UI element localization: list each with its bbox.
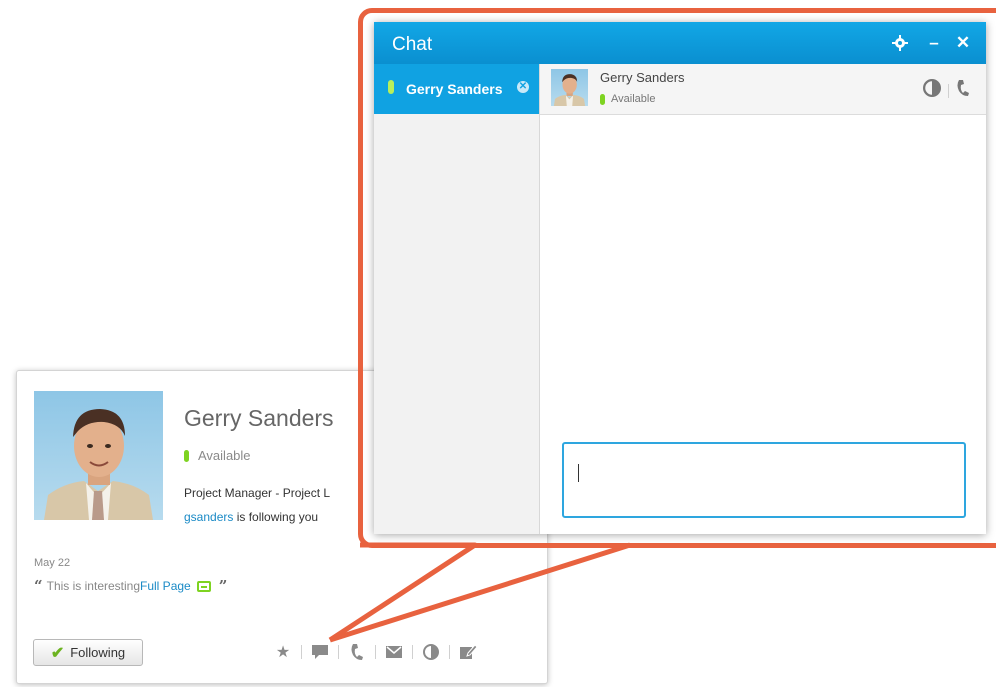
person-photo-icon (553, 74, 586, 106)
close-quote-icon: ” (218, 577, 228, 595)
chat-message-area (540, 115, 986, 534)
chat-sidebar: Gerry Sanders ✕ (374, 64, 540, 534)
status-dot-icon (184, 449, 189, 462)
job-title: Project Manager - Project L (184, 486, 331, 500)
minimize-icon[interactable]: – (923, 32, 945, 54)
note-icon[interactable] (196, 580, 211, 592)
quote-text: This is interesting (46, 579, 141, 593)
status-text: Available (611, 93, 656, 105)
person-photo-icon (44, 409, 153, 520)
chat-header: Chat – ✕ (374, 22, 986, 64)
full-page-link[interactable]: Full Page (140, 579, 191, 593)
following-label: Following (70, 645, 126, 660)
divider (338, 645, 339, 659)
quote: “ This is interesting Full Page ” (34, 577, 231, 595)
post-date: May 22 (34, 557, 71, 569)
contact-name: Gerry Sanders (600, 70, 685, 85)
following-button[interactable]: ✔ Following (33, 639, 143, 666)
follower-line: gsanders is following you (184, 510, 318, 524)
avatar[interactable] (34, 391, 163, 520)
profile-name: Gerry Sanders (184, 405, 334, 431)
contrast-icon[interactable] (923, 79, 941, 102)
contrast-icon[interactable] (420, 641, 442, 663)
chat-icon[interactable] (309, 641, 331, 663)
edit-icon[interactable] (457, 641, 479, 663)
chat-title: Chat (392, 34, 433, 55)
star-icon[interactable]: ★ (272, 641, 294, 663)
divider (449, 645, 450, 659)
check-icon: ✔ (50, 644, 65, 662)
open-quote-icon: “ (34, 577, 43, 595)
message-input[interactable] (562, 442, 966, 518)
phone-icon[interactable] (956, 79, 970, 102)
status-badge: Available (184, 448, 251, 463)
status-dot-icon (388, 80, 394, 94)
divider (948, 83, 949, 98)
chat-window: Chat – ✕ Gerry Sanders ✕ Gerry Sanders A… (374, 22, 986, 534)
text-caret (578, 464, 579, 482)
status-badge: Available (600, 93, 655, 105)
mail-icon[interactable] (383, 641, 405, 663)
divider (412, 645, 413, 659)
card-action-bar: ★ (272, 641, 479, 663)
close-icon[interactable]: ✕ (952, 32, 974, 54)
follower-text: is following you (233, 510, 319, 524)
close-tab-icon[interactable]: ✕ (517, 81, 529, 93)
gear-icon[interactable] (889, 32, 911, 54)
chat-contact-header: Gerry Sanders Available (540, 64, 986, 115)
status-dot-icon (600, 93, 605, 105)
avatar[interactable] (551, 69, 588, 106)
divider (301, 645, 302, 659)
follower-link[interactable]: gsanders (184, 510, 233, 524)
phone-icon[interactable] (346, 641, 368, 663)
tab-gerry-sanders[interactable]: Gerry Sanders ✕ (374, 64, 539, 114)
status-text: Available (198, 448, 251, 463)
tab-label: Gerry Sanders (406, 81, 503, 97)
contact-action-bar (923, 79, 970, 102)
divider (375, 645, 376, 659)
